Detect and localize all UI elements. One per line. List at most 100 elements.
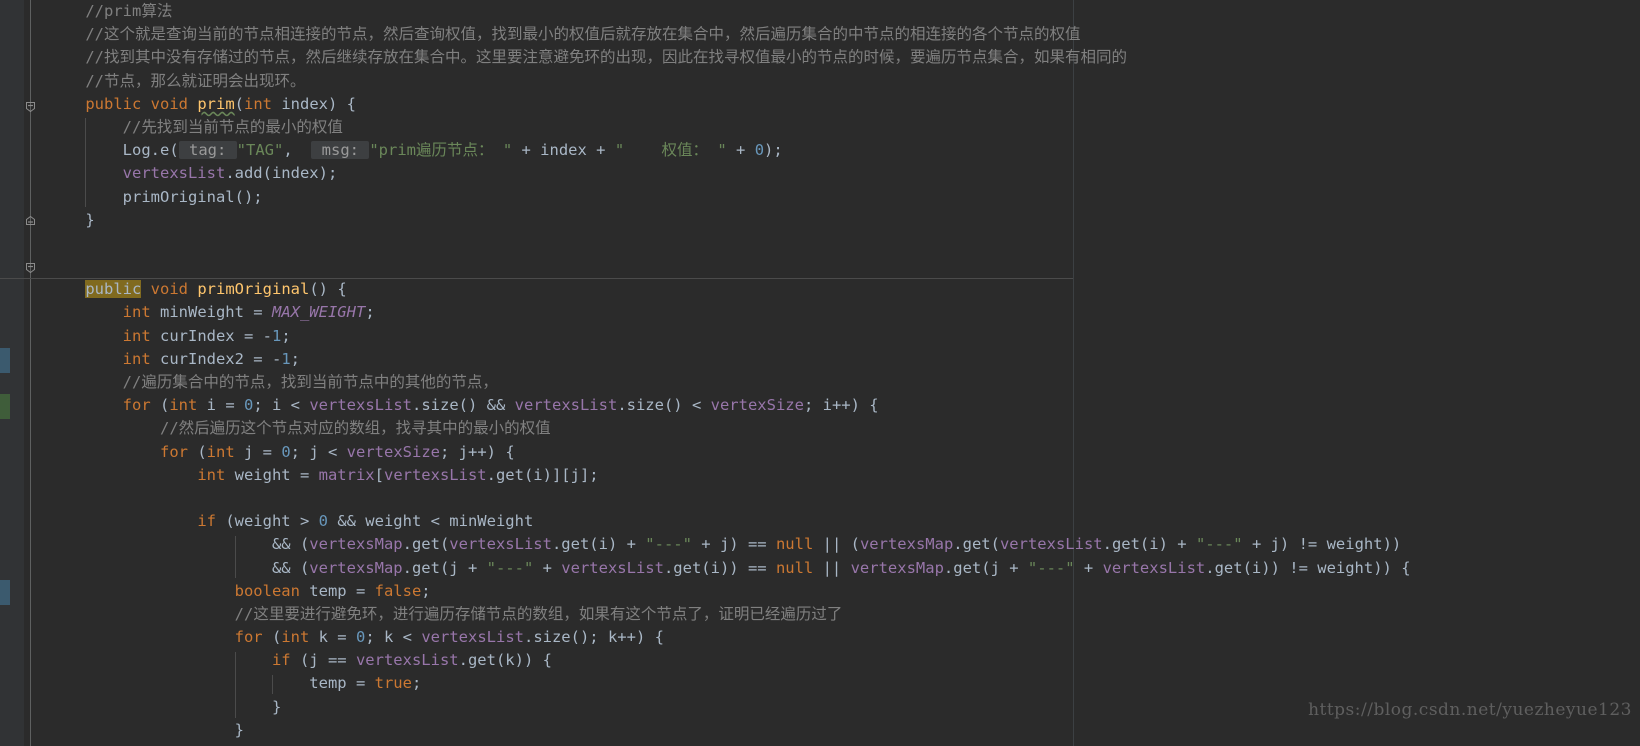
code-line[interactable]: vertexsList.add(index); — [48, 162, 1640, 185]
code-token-default: .get(i) + — [1102, 535, 1196, 554]
code-token-default: j = — [234, 442, 282, 461]
code-line[interactable]: } — [48, 209, 1640, 232]
code-text-area[interactable]: //prim算法 //这个就是查询当前的节点相连接的节点，然后查询权值，找到最小… — [48, 0, 1640, 746]
code-token-field: vertexsMap — [859, 535, 954, 554]
code-line[interactable]: int minWeight = MAX_WEIGHT; — [48, 301, 1640, 324]
code-token-default: && ( — [271, 535, 310, 554]
code-token-default: + — [1074, 558, 1103, 577]
code-token-field: vertexsList — [122, 164, 226, 183]
code-token-keyword: int — [281, 628, 310, 647]
method-separator — [0, 278, 1073, 279]
code-token-comment: 这里要进行避免环，进行遍历存储节点的数组，如果有这个节点了，证明已经遍历过了 — [253, 604, 843, 623]
code-token-default: Log.e( — [122, 141, 179, 160]
code-token-default: ( — [262, 628, 282, 647]
code-line[interactable]: boolean temp = false; — [48, 580, 1640, 603]
code-token-default: + index + — [512, 141, 615, 160]
code-token-static: MAX_WEIGHT — [271, 303, 366, 322]
code-line[interactable]: if (weight > 0 && weight < minWeight — [48, 510, 1640, 533]
code-token-method: primOriginal — [197, 280, 310, 299]
code-line[interactable]: if (j == vertexsList.get(k)) { — [48, 649, 1640, 672]
code-token-field: vertexsList — [999, 535, 1103, 554]
code-token-default: primOriginal(); — [122, 187, 263, 206]
code-token-number: 0 — [281, 442, 291, 461]
code-token-default: || — [813, 558, 851, 577]
code-token-default — [141, 280, 150, 298]
code-line[interactable] — [48, 487, 1640, 510]
code-token-string: " — [614, 141, 662, 160]
code-token-default: .get(i)][j]; — [486, 465, 599, 484]
code-token-default: ( — [187, 442, 207, 461]
code-line[interactable]: for (int i = 0; i < vertexsList.size() &… — [48, 394, 1640, 417]
code-line[interactable]: Log.e( tag: "TAG", msg: "prim遍历节点： " + i… — [48, 139, 1640, 162]
code-token-default: .get( — [953, 535, 1000, 554]
code-line[interactable]: public void primOriginal() { — [48, 278, 1640, 301]
fold-collapse-icon[interactable] — [24, 100, 37, 113]
code-token-default: .get(i)) != weight)) { — [1205, 558, 1411, 577]
code-line[interactable]: //找到其中没有存储过的节点，然后继续存放在集合中。这里要注意避免环的出现，因此… — [48, 46, 1640, 69]
code-token-default: .get( — [402, 535, 450, 554]
code-token-number: 0 — [318, 512, 328, 531]
editor-gutter[interactable] — [0, 0, 24, 746]
code-token-default: ( — [150, 396, 170, 415]
code-editor-screenshot: //prim算法 //这个就是查询当前的节点相连接的节点，然后查询权值，找到最小… — [0, 0, 1640, 746]
fold-end-icon[interactable] — [24, 215, 37, 228]
code-line[interactable]: && (vertexsMap.get(j + "---" + vertexsLi… — [48, 557, 1640, 580]
code-token-number: 0 — [754, 141, 765, 160]
code-token-default: ); — [764, 141, 783, 160]
code-line[interactable]: //先找到当前节点的最小的权值 — [48, 116, 1640, 139]
code-line[interactable]: temp = true; — [48, 672, 1640, 695]
code-token-string: "prim — [369, 141, 416, 160]
code-token-string: "TAG" — [236, 141, 284, 160]
fold-collapse-icon[interactable] — [24, 261, 37, 274]
code-token-comment: 然后遍历这个节点对应的数组，找寻其中的最小的权值 — [178, 419, 551, 438]
code-token-hint: msg: — [311, 141, 370, 160]
code-line[interactable]: for (int k = 0; k < vertexsList.size(); … — [48, 626, 1640, 649]
code-line[interactable]: int weight = matrix[vertexsList.get(i)][… — [48, 464, 1640, 487]
code-token-comment: 先找到当前节点的最小的权值 — [141, 117, 343, 136]
code-token-default: .add(index); — [225, 164, 338, 183]
code-token-string: 权值： — [661, 141, 709, 160]
vcs-change-marker-added[interactable] — [0, 394, 10, 419]
code-token-comment: // — [85, 25, 104, 44]
code-line[interactable] — [48, 232, 1640, 255]
code-token-field: vertexsList — [514, 396, 618, 415]
code-token-default: .size() && — [412, 396, 515, 415]
code-line[interactable]: int curIndex = -1; — [48, 325, 1640, 348]
code-token-keyword: int — [122, 303, 151, 322]
code-token-number: 0 — [244, 396, 254, 415]
code-line[interactable]: } — [48, 719, 1640, 742]
code-token-default: temp = — [299, 581, 375, 600]
code-token-keyword: int — [122, 326, 151, 345]
code-line[interactable]: //节点，那么就证明会出现环。 — [48, 70, 1640, 93]
code-token-keyword: public — [85, 280, 142, 299]
code-line[interactable]: primOriginal(); — [48, 186, 1640, 209]
vcs-change-marker-modified[interactable] — [0, 580, 10, 605]
code-line[interactable]: //然后遍历这个节点对应的数组，找寻其中的最小的权值 — [48, 417, 1640, 440]
code-folding-rail[interactable] — [24, 0, 37, 746]
vcs-change-marker-modified[interactable] — [0, 348, 10, 373]
code-line[interactable]: //prim算法 — [48, 0, 1640, 23]
code-line[interactable]: && (vertexsMap.get(vertexsList.get(i) + … — [48, 533, 1640, 556]
code-token-default: .size() < — [617, 396, 711, 415]
code-line[interactable]: //这个就是查询当前的节点相连接的节点，然后查询权值，找到最小的权值后就存放在集… — [48, 23, 1640, 46]
code-token-comment: // — [122, 373, 142, 391]
code-token-field: vertexsList — [1102, 558, 1206, 577]
code-line[interactable]: int curIndex2 = -1; — [48, 348, 1640, 371]
code-token-default: curIndex = - — [150, 326, 272, 345]
code-line[interactable]: //遍历集合中的节点，找到当前节点中的其他的节点， — [48, 371, 1640, 394]
code-line[interactable]: public void prim(int index) { — [48, 93, 1640, 116]
code-token-keyword: false — [374, 581, 422, 600]
code-line[interactable]: //这里要进行避免环，进行遍历存储节点的数组，如果有这个节点了，证明已经遍历过了 — [48, 603, 1640, 626]
code-line[interactable]: for (int j = 0; j < vertexSize; j++) { — [48, 441, 1640, 464]
code-line[interactable] — [48, 255, 1640, 278]
